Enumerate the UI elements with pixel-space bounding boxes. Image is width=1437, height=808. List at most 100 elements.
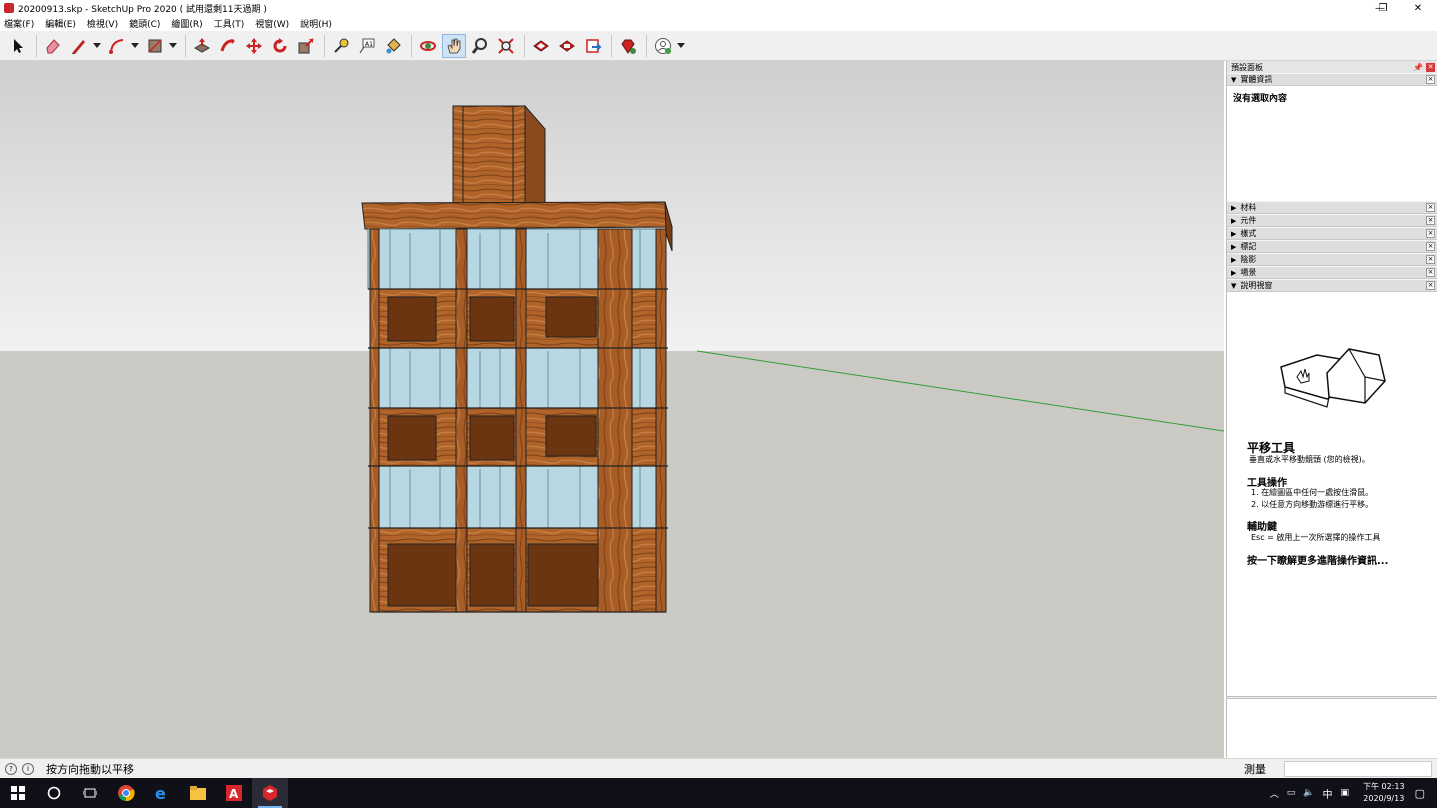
- menu-view[interactable]: 檢視(V): [87, 17, 118, 30]
- clock[interactable]: 下午 02:13 2020/9/13: [1363, 781, 1405, 805]
- panel-entity-info-header[interactable]: ▼ 實體資訊 ×: [1227, 73, 1437, 86]
- eraser-icon: [46, 38, 60, 53]
- rotate-tool-button[interactable]: [268, 34, 292, 58]
- menu-camera[interactable]: 鏡頭(C): [129, 17, 160, 30]
- eraser-tool-button[interactable]: [41, 34, 65, 58]
- move-tool-button[interactable]: [242, 34, 266, 58]
- menu-file[interactable]: 檔案(F): [4, 17, 34, 30]
- ime-mode-icon[interactable]: ▣: [1340, 788, 1349, 798]
- menu-draw[interactable]: 繪圖(R): [171, 17, 202, 30]
- move-arrows-icon: [246, 37, 262, 54]
- system-tray: ︿ ▭ 🔈 中 ▣ 下午 02:13 2020/9/13 ▢: [1270, 778, 1437, 808]
- account-dropdown[interactable]: [677, 34, 685, 58]
- panel-close-icon[interactable]: ×: [1426, 203, 1435, 212]
- panel-shadows-header[interactable]: ▶ 陰影 ×: [1227, 253, 1437, 266]
- toolbar-separator: [524, 34, 525, 57]
- windows-logo-icon: [11, 786, 25, 800]
- tape-measure-tool-button[interactable]: [329, 34, 353, 58]
- panel-close-icon[interactable]: ×: [1426, 268, 1435, 277]
- autocad-app[interactable]: A: [216, 778, 252, 808]
- extension-manager-button[interactable]: [616, 34, 640, 58]
- panel-close-icon[interactable]: ×: [1426, 75, 1435, 84]
- panel-close-icon[interactable]: ×: [1426, 216, 1435, 225]
- follow-me-tool-button[interactable]: [216, 34, 240, 58]
- status-hint: 按方向拖動以平移: [46, 762, 134, 776]
- panel-tags-header[interactable]: ▶ 標記 ×: [1227, 240, 1437, 253]
- geolocation-icon[interactable]: ?: [5, 762, 17, 775]
- toolbar-separator: [324, 34, 325, 57]
- pan-tool-illustration: [1280, 348, 1386, 408]
- file-explorer-app[interactable]: [180, 778, 216, 808]
- start-button[interactable]: [0, 778, 36, 808]
- edge-app[interactable]: e: [144, 778, 180, 808]
- 3d-warehouse-button[interactable]: [529, 34, 553, 58]
- close-button[interactable]: ✕: [1401, 0, 1435, 16]
- restore-button[interactable]: ❐: [1366, 0, 1400, 16]
- scale-tool-button[interactable]: [294, 34, 318, 58]
- panel-components-header[interactable]: ▶ 元件 ×: [1227, 214, 1437, 227]
- measurements-input[interactable]: [1284, 761, 1432, 777]
- volume-muted-icon[interactable]: 🔈: [1303, 788, 1314, 798]
- line-tool-button[interactable]: [67, 34, 91, 58]
- model-viewport-canvas[interactable]: [0, 61, 1224, 758]
- measurements-label: 測量: [1244, 763, 1266, 776]
- info-icon[interactable]: i: [22, 762, 34, 775]
- panel-label: 樣式: [1240, 229, 1257, 238]
- main-toolbar: A1: [0, 31, 1437, 61]
- panel-scenes-header[interactable]: ▶ 場景 ×: [1227, 266, 1437, 279]
- zoom-tool-button[interactable]: [468, 34, 492, 58]
- zoom-extents-tool-button[interactable]: [494, 34, 518, 58]
- sketchup-icon: [263, 785, 277, 801]
- pan-tool-button[interactable]: [442, 33, 466, 58]
- paint-bucket-tool-button[interactable]: [381, 34, 405, 58]
- toolbar-separator: [36, 34, 37, 57]
- arc-tool-button[interactable]: [105, 34, 129, 58]
- panel-close-icon[interactable]: ×: [1426, 242, 1435, 251]
- chrome-app[interactable]: [108, 778, 144, 808]
- pin-icon[interactable]: 📌: [1413, 63, 1423, 72]
- show-hidden-icons[interactable]: ︿: [1270, 787, 1279, 800]
- ime-indicator[interactable]: 中: [1322, 786, 1332, 801]
- paint-bucket-icon: [386, 37, 401, 53]
- instructor-key-1: Esc = 啟用上一次所選擇的操作工具: [1251, 533, 1381, 542]
- task-view-button[interactable]: [72, 778, 108, 808]
- panel-materials-header[interactable]: ▶ 材料 ×: [1227, 201, 1437, 214]
- expanded-triangle-icon: ▼: [1231, 76, 1237, 84]
- line-tool-dropdown[interactable]: [93, 34, 101, 58]
- collapsed-triangle-icon: ▶: [1231, 230, 1237, 238]
- shape-tool-button[interactable]: [143, 34, 167, 58]
- tray-close-icon[interactable]: ✕: [1426, 62, 1435, 72]
- menu-tools[interactable]: 工具(T): [214, 17, 245, 30]
- account-button[interactable]: [651, 34, 675, 58]
- arc-tool-dropdown[interactable]: [131, 34, 139, 58]
- menu-edit[interactable]: 編輯(E): [45, 17, 76, 30]
- tray-title: 預設面板: [1231, 62, 1263, 72]
- sketchup-app[interactable]: [252, 778, 288, 808]
- shape-tool-dropdown[interactable]: [169, 34, 177, 58]
- panel-close-icon[interactable]: ×: [1426, 229, 1435, 238]
- extension-warehouse-button[interactable]: [555, 34, 579, 58]
- text-tool-button[interactable]: A1: [355, 34, 379, 58]
- select-tool-button[interactable]: [6, 34, 30, 58]
- window-title: 20200913.skp - SketchUp Pro 2020 ( 試用還剩1…: [18, 4, 267, 15]
- network-icon[interactable]: ▭: [1287, 788, 1296, 798]
- follow-me-icon: [220, 38, 235, 51]
- instructor-more-link[interactable]: 按一下瞭解更多進階操作資訊...: [1247, 552, 1388, 567]
- drawing-area[interactable]: [0, 61, 1224, 758]
- cortana-button[interactable]: [36, 778, 72, 808]
- tray-divider[interactable]: [1227, 696, 1437, 699]
- panel-styles-header[interactable]: ▶ 樣式 ×: [1227, 227, 1437, 240]
- menu-help[interactable]: 說明(H): [300, 17, 332, 30]
- push-pull-tool-button[interactable]: [190, 34, 214, 58]
- panel-instructor-header[interactable]: ▼ 說明視窗 ×: [1227, 279, 1437, 292]
- scale-icon: [298, 37, 314, 53]
- app-window: 20200913.skp - SketchUp Pro 2020 ( 試用還剩1…: [0, 0, 1437, 808]
- arrow-cursor-icon: [14, 38, 23, 53]
- orbit-tool-button[interactable]: [416, 34, 440, 58]
- panel-close-icon[interactable]: ×: [1426, 281, 1435, 290]
- panel-close-icon[interactable]: ×: [1426, 255, 1435, 264]
- notification-icon[interactable]: ▢: [1415, 787, 1425, 800]
- menu-bar: 檔案(F) 編輯(E) 檢視(V) 鏡頭(C) 繪圖(R) 工具(T) 視窗(W…: [0, 16, 1437, 31]
- send-to-layout-button[interactable]: [581, 34, 605, 58]
- menu-window[interactable]: 視窗(W): [255, 17, 289, 30]
